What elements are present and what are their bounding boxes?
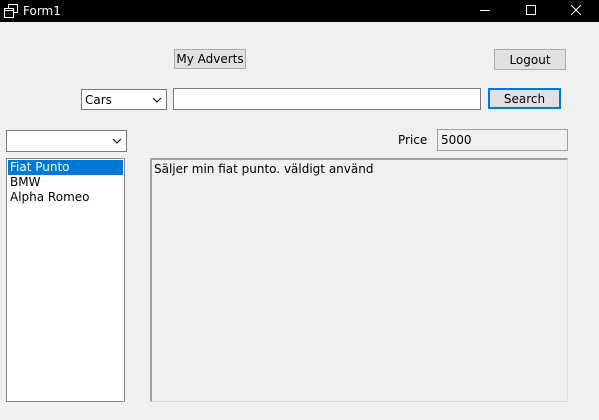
chevron-down-icon [110, 131, 124, 151]
close-icon [570, 4, 582, 19]
description-textarea[interactable]: Säljer min fiat punto. väldigt använd [150, 158, 568, 402]
window-title: Form1 [23, 4, 61, 18]
search-button[interactable]: Search [488, 88, 561, 109]
maximize-button[interactable] [508, 0, 554, 22]
logout-button[interactable]: Logout [494, 49, 566, 70]
minimize-button[interactable] [462, 0, 508, 22]
title-bar[interactable]: Form1 [0, 0, 599, 22]
list-item[interactable]: Fiat Punto [8, 160, 123, 175]
form-window: Form1 My Adverts Logout Cars Search Pric… [0, 0, 599, 420]
maximize-icon [525, 4, 537, 19]
search-input[interactable] [173, 88, 481, 110]
list-item[interactable]: Alpha Romeo [8, 190, 123, 205]
chevron-down-icon [150, 90, 164, 109]
category-select[interactable]: Cars [81, 89, 167, 110]
category-select-value: Cars [85, 93, 112, 107]
adverts-list[interactable]: Fiat Punto BMW Alpha Romeo [6, 158, 125, 402]
close-button[interactable] [553, 0, 599, 22]
list-item[interactable]: BMW [8, 175, 123, 190]
price-field[interactable]: 5000 [437, 129, 568, 151]
filter-select[interactable] [6, 130, 127, 152]
window-app-icon [4, 4, 18, 18]
minimize-icon [479, 4, 491, 19]
my-adverts-button[interactable]: My Adverts [174, 49, 246, 69]
price-label: Price [398, 133, 428, 147]
